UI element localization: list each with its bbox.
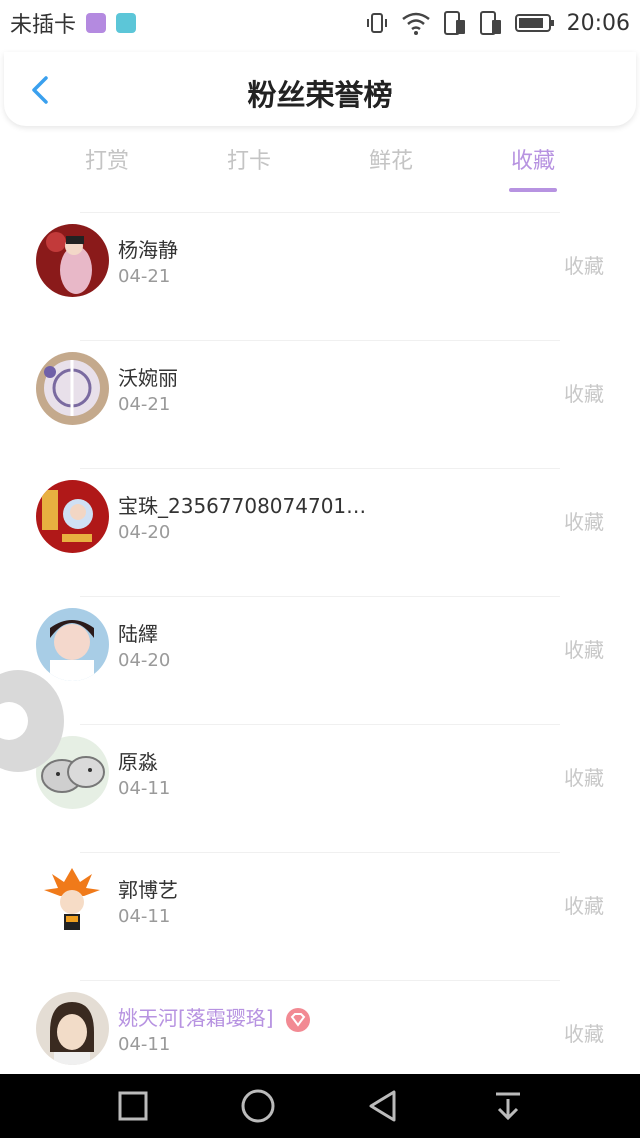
home-button[interactable] <box>238 1086 278 1126</box>
vip-diamond-icon <box>285 1007 310 1032</box>
fan-date: 04-21 <box>118 266 171 287</box>
avatar[interactable] <box>36 480 109 553</box>
divider <box>80 980 560 981</box>
fan-date: 04-21 <box>118 394 171 415</box>
gallery-icon <box>86 13 107 33</box>
fan-date: 04-20 <box>118 522 171 543</box>
navigation-bar <box>0 1074 640 1138</box>
page-title: 粉丝荣誉榜 <box>247 78 393 112</box>
status-right: 20:06 <box>365 10 630 36</box>
list-item[interactable]: 原淼 04-11 收藏 <box>0 724 640 852</box>
tab-bar: 打赏 打卡 鲜花 收藏 <box>36 140 604 196</box>
fan-name: 陆繹 <box>118 622 158 646</box>
wifi-icon <box>401 12 430 35</box>
avatar[interactable] <box>36 352 109 425</box>
divider <box>80 340 560 341</box>
fan-action-label: 收藏 <box>564 638 604 662</box>
list-item[interactable]: 沃婉丽 04-21 收藏 <box>0 340 640 468</box>
avatar[interactable] <box>36 224 109 297</box>
fan-action-label: 收藏 <box>564 510 604 534</box>
fan-name: 杨海静 <box>118 238 178 262</box>
status-bar: 未插卡 20:06 <box>0 0 640 46</box>
fan-name: 沃婉丽 <box>118 366 178 390</box>
back-nav-button[interactable] <box>363 1086 403 1126</box>
fan-action-label: 收藏 <box>564 766 604 790</box>
tab-checkin[interactable]: 打卡 <box>178 140 320 196</box>
fan-action-label: 收藏 <box>564 894 604 918</box>
fan-date: 04-11 <box>118 778 171 799</box>
fan-date: 04-20 <box>118 650 171 671</box>
list-item[interactable]: 陆繹 04-20 收藏 <box>0 596 640 724</box>
fan-date: 04-11 <box>118 1034 171 1055</box>
app-notification-icon <box>116 13 137 33</box>
triangle-back-icon <box>369 1090 395 1122</box>
avatar[interactable] <box>36 608 109 681</box>
battery-icon <box>514 14 554 32</box>
divider <box>80 212 560 213</box>
pull-down-icon <box>495 1092 520 1121</box>
status-left: 未插卡 <box>10 7 137 39</box>
divider <box>80 596 560 597</box>
fan-action-label: 收藏 <box>564 382 604 406</box>
divider <box>80 468 560 469</box>
divider <box>80 852 560 853</box>
title-bar: 粉丝荣誉榜 <box>4 52 636 126</box>
fan-name: 原淼 <box>118 750 158 774</box>
circle-icon <box>241 1089 274 1123</box>
tab-tip[interactable]: 打赏 <box>36 140 178 196</box>
screen: 未插卡 20:06 粉丝荣誉榜 打赏 打卡 鲜花 收藏 杨海静 04-21 收藏… <box>0 0 640 1138</box>
carrier-text: 未插卡 <box>10 13 77 38</box>
fan-name-text: 姚天河[落霜璎珞] <box>118 1006 274 1030</box>
notification-pulldown-button[interactable] <box>488 1086 528 1126</box>
fan-name: 宝珠_23567708074701… <box>118 494 367 518</box>
fan-name: 郭博艺 <box>118 878 178 902</box>
fan-date: 04-11 <box>118 906 171 927</box>
list-item[interactable]: 郭博艺 04-11 收藏 <box>0 852 640 980</box>
square-icon <box>118 1091 147 1121</box>
fan-action-label: 收藏 <box>564 254 604 278</box>
fan-list: 杨海静 04-21 收藏 沃婉丽 04-21 收藏 宝珠_23567708074… <box>0 212 640 1108</box>
vibrate-icon <box>366 13 387 33</box>
list-item[interactable]: 宝珠_23567708074701… 04-20 收藏 <box>0 468 640 596</box>
tab-favorites[interactable]: 收藏 <box>462 140 604 196</box>
avatar[interactable] <box>36 992 109 1065</box>
clock: 20:06 <box>566 10 630 36</box>
fan-action-label: 收藏 <box>564 1022 604 1046</box>
tab-flowers[interactable]: 鲜花 <box>320 140 462 196</box>
recents-button[interactable] <box>113 1086 153 1126</box>
avatar[interactable] <box>36 864 109 937</box>
sim-signal-2-icon <box>479 11 501 35</box>
list-item[interactable]: 杨海静 04-21 收藏 <box>0 212 640 340</box>
sim-signal-icon <box>443 11 465 35</box>
fan-name: 姚天河[落霜璎珞] <box>118 1002 310 1032</box>
divider <box>80 724 560 725</box>
